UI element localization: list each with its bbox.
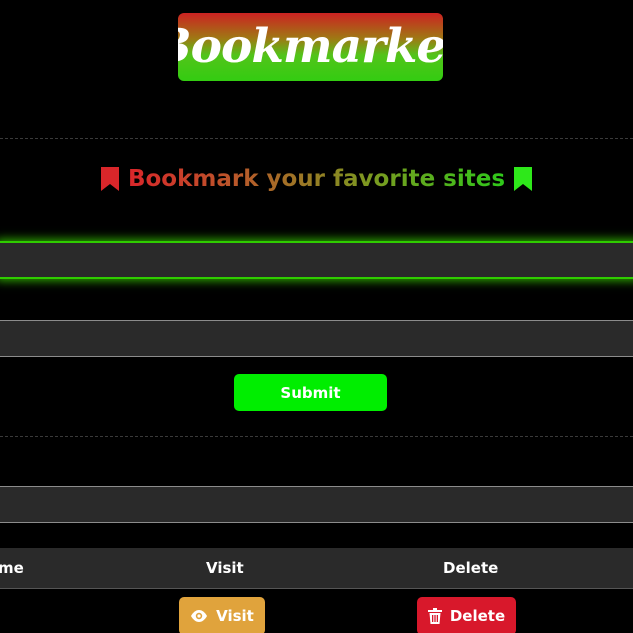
visit-label: Visit (216, 607, 254, 625)
tagline-text: Bookmark your favorite sites (127, 166, 506, 192)
visit-button[interactable]: Visit (179, 597, 265, 633)
search-input[interactable] (0, 486, 633, 523)
site-url-input[interactable] (0, 320, 633, 357)
trash-icon (427, 608, 442, 624)
column-header-visit: Visit (206, 559, 244, 577)
delete-label: Delete (449, 607, 506, 625)
site-name-input[interactable] (0, 241, 633, 279)
tagline: Bookmark your favorite sites (0, 162, 633, 196)
logo-text: Bookmarker (178, 18, 443, 74)
delete-button[interactable]: Delete (417, 597, 516, 633)
bookmark-icon (100, 166, 120, 192)
logo: Bookmarker (178, 13, 443, 81)
submit-button[interactable]: Submit (234, 374, 387, 411)
eye-icon (190, 609, 208, 623)
column-header-name: me (0, 559, 24, 577)
page: Bookmarker Bookmark your favorite sites … (0, 0, 633, 633)
column-header-delete: Delete (443, 559, 499, 577)
divider (0, 138, 633, 139)
bookmark-icon (513, 166, 533, 192)
table-header: me Visit Delete (0, 548, 633, 589)
divider (0, 436, 633, 437)
